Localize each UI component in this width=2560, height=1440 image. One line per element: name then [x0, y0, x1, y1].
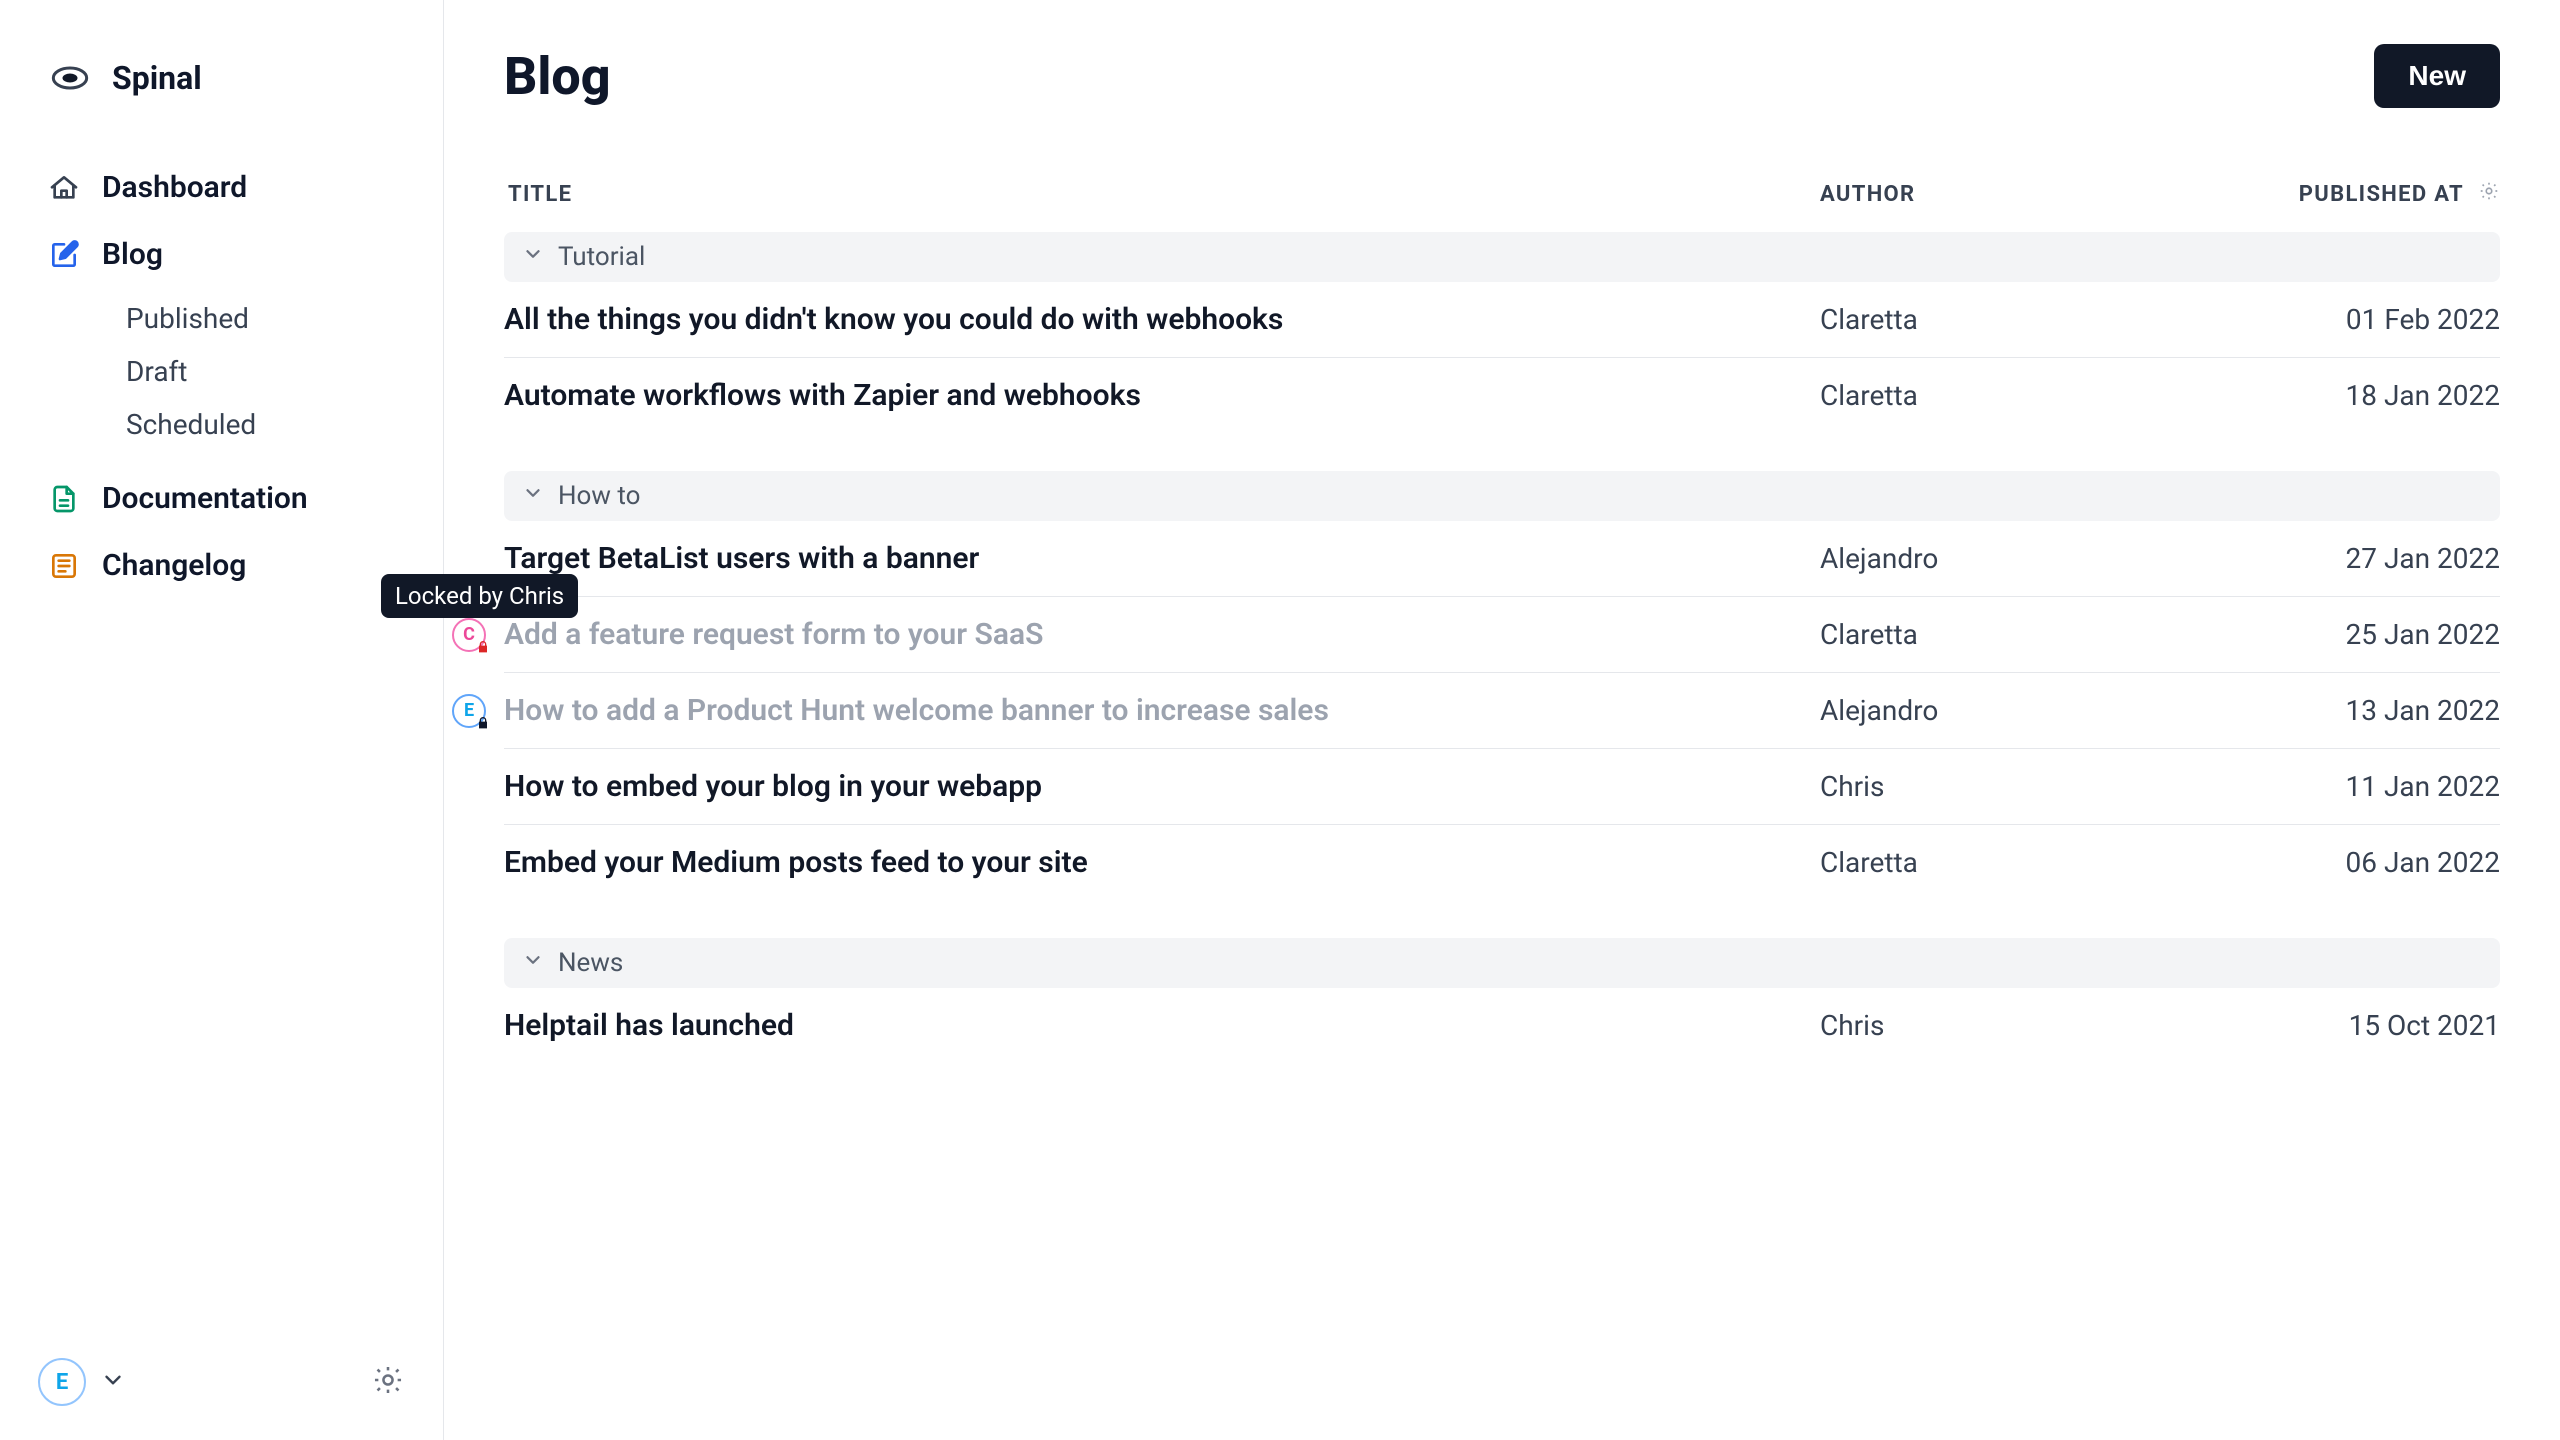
group-tutorial: Tutorial All the things you didn't know … [504, 232, 2500, 433]
post-author: Chris [1820, 1009, 2240, 1042]
column-title: TITLE [504, 182, 1820, 207]
table-row[interactable]: Locked by Chris C Add a feature request … [504, 597, 2500, 673]
group-name: Tutorial [558, 242, 645, 272]
brand: Spinal [0, 0, 443, 130]
post-author: Claretta [1820, 618, 2240, 651]
file-icon [48, 483, 80, 515]
gear-icon[interactable] [2478, 180, 2500, 208]
group-header[interactable]: Tutorial [504, 232, 2500, 282]
table-row[interactable]: Automate workflows with Zapier and webho… [504, 358, 2500, 433]
brand-logo-icon [48, 56, 92, 100]
post-published: 06 Jan 2022 [2240, 846, 2500, 879]
sidebar-nav: Dashboard Blog Published Draft Scheduled [0, 130, 443, 599]
sidebar: Spinal Dashboard Blog [0, 0, 444, 1440]
tooltip: Locked by Chris [381, 574, 578, 618]
sidebar-item-documentation[interactable]: Documentation [0, 465, 443, 532]
post-title: Embed your Medium posts feed to your sit… [504, 845, 1820, 880]
post-published: 13 Jan 2022 [2240, 694, 2500, 727]
post-author: Claretta [1820, 379, 2240, 412]
post-published: 11 Jan 2022 [2240, 770, 2500, 803]
lock-icon [474, 638, 492, 656]
column-published-label: PUBLISHED AT [2299, 182, 2464, 207]
post-published: 01 Feb 2022 [2240, 303, 2500, 336]
sidebar-subitem-published[interactable]: Published [0, 292, 443, 345]
sidebar-subnav-blog: Published Draft Scheduled [0, 288, 443, 465]
nav-label: Blog [102, 237, 163, 272]
table-row[interactable]: Embed your Medium posts feed to your sit… [504, 825, 2500, 900]
nav-label: Documentation [102, 481, 308, 516]
group-name: News [558, 948, 623, 978]
lock-badge: E [452, 694, 486, 728]
sidebar-item-blog[interactable]: Blog [0, 221, 443, 288]
post-published: 27 Jan 2022 [2240, 542, 2500, 575]
brand-name: Spinal [112, 59, 202, 97]
column-published: PUBLISHED AT [2240, 180, 2500, 208]
post-published: 25 Jan 2022 [2240, 618, 2500, 651]
group-name: How to [558, 481, 640, 511]
table-row[interactable]: All the things you didn't know you could… [504, 282, 2500, 358]
post-published: 15 Oct 2021 [2240, 1009, 2500, 1042]
lock-badge: C [452, 618, 486, 652]
chevron-down-icon [522, 481, 544, 511]
main: Blog New TITLE AUTHOR PUBLISHED AT [444, 0, 2560, 1440]
chevron-down-icon [522, 242, 544, 272]
edit-icon [48, 239, 80, 271]
post-title: Target BetaList users with a banner [504, 541, 1820, 576]
news-icon [48, 550, 80, 582]
page-title: Blog [504, 46, 611, 107]
group-header[interactable]: News [504, 938, 2500, 988]
column-author: AUTHOR [1820, 182, 2240, 207]
post-author: Chris [1820, 770, 2240, 803]
post-title: How to embed your blog in your webapp [504, 769, 1820, 804]
group-header[interactable]: How to [504, 471, 2500, 521]
post-title: How to add a Product Hunt welcome banner… [504, 693, 1820, 728]
post-title: Automate workflows with Zapier and webho… [504, 378, 1820, 413]
nav-label: Dashboard [102, 170, 247, 205]
table-header: TITLE AUTHOR PUBLISHED AT [504, 108, 2500, 224]
post-author: Alejandro [1820, 694, 2240, 727]
sidebar-subitem-draft[interactable]: Draft [0, 345, 443, 398]
avatar: E [38, 1358, 86, 1406]
table-row[interactable]: How to embed your blog in your webapp Ch… [504, 749, 2500, 825]
table-row[interactable]: Target BetaList users with a banner Alej… [504, 521, 2500, 597]
group-news: News Helptail has launched Chris 15 Oct … [504, 938, 2500, 1063]
chevron-down-icon [100, 1367, 126, 1397]
gear-icon[interactable] [371, 1363, 405, 1401]
nav-label: Changelog [102, 548, 246, 583]
table-row[interactable]: Helptail has launched Chris 15 Oct 2021 [504, 988, 2500, 1063]
sidebar-item-dashboard[interactable]: Dashboard [0, 154, 443, 221]
page-header: Blog New [504, 44, 2500, 108]
post-title: Helptail has launched [504, 1008, 1820, 1043]
post-published: 18 Jan 2022 [2240, 379, 2500, 412]
table-row[interactable]: E How to add a Product Hunt welcome bann… [504, 673, 2500, 749]
post-author: Claretta [1820, 846, 2240, 879]
group-how-to: How to Target BetaList users with a bann… [504, 471, 2500, 900]
home-icon [48, 172, 80, 204]
post-author: Alejandro [1820, 542, 2240, 575]
sidebar-subitem-scheduled[interactable]: Scheduled [0, 398, 443, 451]
post-author: Claretta [1820, 303, 2240, 336]
post-title: Add a feature request form to your SaaS [504, 617, 1820, 652]
sidebar-item-changelog[interactable]: Changelog [0, 532, 443, 599]
lock-icon [474, 714, 492, 732]
user-menu[interactable]: E [38, 1358, 126, 1406]
sidebar-footer: E [0, 1358, 443, 1406]
new-button[interactable]: New [2374, 44, 2500, 108]
post-title: All the things you didn't know you could… [504, 302, 1820, 337]
chevron-down-icon [522, 948, 544, 978]
